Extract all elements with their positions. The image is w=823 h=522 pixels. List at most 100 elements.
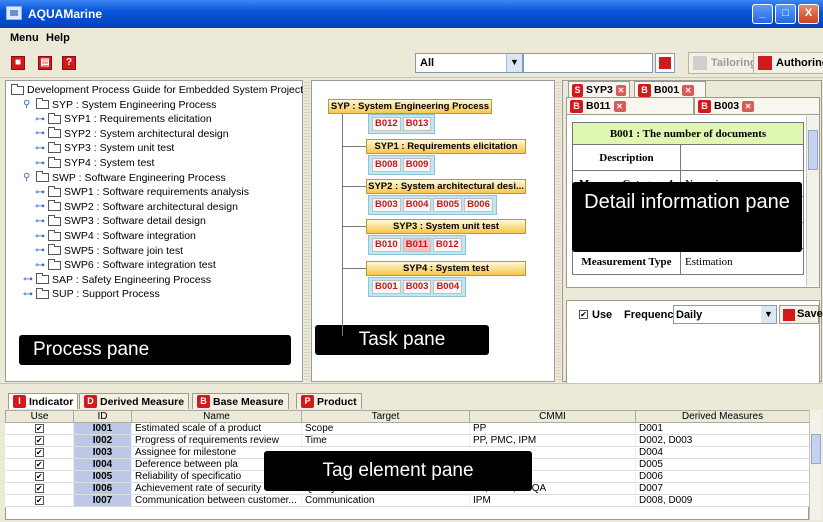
cell-use[interactable]: ✔ xyxy=(5,446,74,459)
use-checkbox[interactable]: ✔ xyxy=(34,472,44,481)
cell-use[interactable]: ✔ xyxy=(5,422,74,435)
detail-scrollbar[interactable] xyxy=(806,116,819,286)
tree-leaf-item[interactable]: ⊶ SYP4 : System test xyxy=(35,156,154,169)
cell-use[interactable]: ✔ xyxy=(5,458,74,471)
cell-use[interactable]: ✔ xyxy=(5,482,74,495)
horizontal-splitter[interactable] xyxy=(0,383,823,391)
base-measure-chip[interactable]: B012 xyxy=(432,238,462,252)
search-button[interactable] xyxy=(655,53,675,73)
menu-item-help[interactable]: Help xyxy=(46,32,70,44)
use-checkbox[interactable]: ✔ xyxy=(34,436,44,445)
expand-handle-icon[interactable]: ⊶ xyxy=(23,289,33,300)
bottom-tab[interactable]: B Base Measure xyxy=(192,393,289,409)
tree-group-item[interactable]: ⊶ SUP : Support Process xyxy=(23,287,160,300)
detail-tab[interactable]: B B001 ✕ xyxy=(634,81,706,98)
base-measure-chip[interactable]: B004 xyxy=(402,198,432,212)
save-icon[interactable]: ▤ xyxy=(38,56,52,70)
task-root[interactable]: SYP : System Engineering Process xyxy=(328,99,492,114)
base-measure-chip[interactable]: B009 xyxy=(402,158,432,172)
task-item[interactable]: SYP4 : System test xyxy=(366,261,526,276)
expand-handle-icon[interactable]: ⊶ xyxy=(35,231,45,242)
detail-splitter[interactable] xyxy=(566,292,820,300)
expand-handle-icon[interactable]: ⊶ xyxy=(35,158,45,169)
detail-tab[interactable]: B B011 ✕ xyxy=(566,97,694,114)
tree-leaf-item[interactable]: ⊶ SWP4 : Software integration xyxy=(35,229,196,242)
close-tab-icon[interactable]: ✕ xyxy=(615,84,626,96)
tree-group-item[interactable]: ⊶ SAP : Safety Engineering Process xyxy=(23,273,211,286)
task-item[interactable]: SYP3 : System unit test xyxy=(366,219,526,234)
tag-table-scrollbar[interactable] xyxy=(809,410,822,520)
base-measure-chip[interactable]: B013 xyxy=(402,117,432,131)
expand-handle-icon[interactable]: ⚲ xyxy=(23,172,33,183)
expand-handle-icon[interactable]: ⊶ xyxy=(23,274,33,285)
detail-tab[interactable]: S SYP3 ✕ xyxy=(568,81,630,98)
table-row[interactable]: ✔ I007 Communication between customer... Co… xyxy=(5,494,810,507)
tree-root[interactable]: Development Process Guide for Embedded S… xyxy=(11,83,303,96)
base-measure-chip[interactable]: B001 xyxy=(372,280,401,294)
expand-handle-icon[interactable]: ⊶ xyxy=(35,216,45,227)
base-measure-chip[interactable]: B003 xyxy=(372,198,401,212)
tree-group-item[interactable]: ⚲ SWP : Software Engineering Process xyxy=(23,171,226,184)
tree-leaf-item[interactable]: ⊶ SWP1 : Software requirements analysis xyxy=(35,185,249,198)
expand-handle-icon[interactable]: ⊶ xyxy=(35,187,45,198)
tree-leaf-item[interactable]: ⊶ SWP3 : Software detail design xyxy=(35,214,206,227)
use-checkbox[interactable]: ✔ xyxy=(34,460,44,469)
tree-leaf-item[interactable]: ⊶ SYP3 : System unit test xyxy=(35,141,174,154)
expand-handle-icon[interactable]: ⚲ xyxy=(23,99,33,110)
bottom-tab[interactable]: D Derived Measure xyxy=(79,393,190,409)
task-item[interactable]: SYP2 : System architectural desi... xyxy=(366,179,526,194)
detail-tab[interactable]: B B003 ✕ xyxy=(694,97,820,114)
maximize-button[interactable]: □ xyxy=(775,4,796,24)
use-checkbox[interactable]: ✔ xyxy=(34,496,44,505)
tree-group-item[interactable]: ⚲ SYP : System Engineering Process xyxy=(23,98,216,111)
expand-handle-icon[interactable]: ⊶ xyxy=(35,201,45,212)
column-header[interactable]: ID xyxy=(73,410,132,423)
chevron-down-icon[interactable]: ▼ xyxy=(761,306,776,323)
column-header[interactable]: Name xyxy=(131,410,302,423)
bottom-tab[interactable]: P Product xyxy=(296,393,362,409)
expand-handle-icon[interactable]: ⊶ xyxy=(35,245,45,256)
tree-leaf-item[interactable]: ⊶ SWP2 : Software architectural design xyxy=(35,200,238,213)
base-measure-chip[interactable]: B011 xyxy=(402,238,431,252)
splitter-process-task[interactable] xyxy=(304,80,310,382)
column-header[interactable]: Use xyxy=(5,410,74,423)
minimize-button[interactable]: _ xyxy=(752,4,773,24)
base-measure-chip[interactable]: B003 xyxy=(402,280,432,294)
column-header[interactable]: Derived Measures xyxy=(635,410,810,423)
scroll-thumb[interactable] xyxy=(808,130,818,170)
expand-handle-icon[interactable]: ⊶ xyxy=(35,114,45,125)
cell-use[interactable]: ✔ xyxy=(5,434,74,447)
frequency-select[interactable]: Daily ▼ xyxy=(673,305,777,324)
use-checkbox[interactable]: ✔ xyxy=(579,310,588,319)
authoring-button[interactable]: Authoring xyxy=(753,52,823,74)
scroll-thumb[interactable] xyxy=(811,434,821,464)
base-measure-chip[interactable]: B010 xyxy=(372,238,401,252)
filter-select[interactable]: All ▼ xyxy=(415,53,523,73)
close-tab-icon[interactable]: ✕ xyxy=(682,84,695,96)
close-button[interactable]: X xyxy=(798,4,819,24)
use-checkbox[interactable]: ✔ xyxy=(34,424,44,433)
close-tab-icon[interactable]: ✕ xyxy=(742,100,755,112)
save-button[interactable]: Save xyxy=(779,305,823,324)
tree-leaf-item[interactable]: ⊶ SYP2 : System architectural design xyxy=(35,127,229,140)
splitter-task-detail[interactable] xyxy=(556,80,561,382)
table-row[interactable]: ✔ I001 Estimated scale of a product Scope PP… xyxy=(5,422,810,435)
base-measure-chip[interactable]: B005 xyxy=(433,198,463,212)
tree-leaf-item[interactable]: ⊶ SYP1 : Requirements elicitation xyxy=(35,112,212,125)
stop-icon[interactable]: ■ xyxy=(11,56,25,70)
base-measure-chip[interactable]: B012 xyxy=(372,117,401,131)
tree-leaf-item[interactable]: ⊶ SWP6 : Software integration test xyxy=(35,258,216,271)
search-input[interactable] xyxy=(523,53,653,73)
tree-leaf-item[interactable]: ⊶ SWP5 : Software join test xyxy=(35,244,183,257)
column-header[interactable]: Target xyxy=(301,410,470,423)
use-checkbox[interactable]: ✔ xyxy=(34,448,44,457)
cell-use[interactable]: ✔ xyxy=(5,494,74,507)
column-header[interactable]: CMMI xyxy=(469,410,636,423)
base-measure-chip[interactable]: B008 xyxy=(372,158,401,172)
bottom-tab[interactable]: I Indicator xyxy=(8,393,79,409)
table-row[interactable]: ✔ I002 Progress of requirements review Time… xyxy=(5,434,810,447)
expand-handle-icon[interactable]: ⊶ xyxy=(35,260,45,271)
expand-handle-icon[interactable]: ⊶ xyxy=(35,128,45,139)
use-checkbox[interactable]: ✔ xyxy=(34,484,44,493)
tailoring-button[interactable]: Tailoring xyxy=(688,52,762,74)
